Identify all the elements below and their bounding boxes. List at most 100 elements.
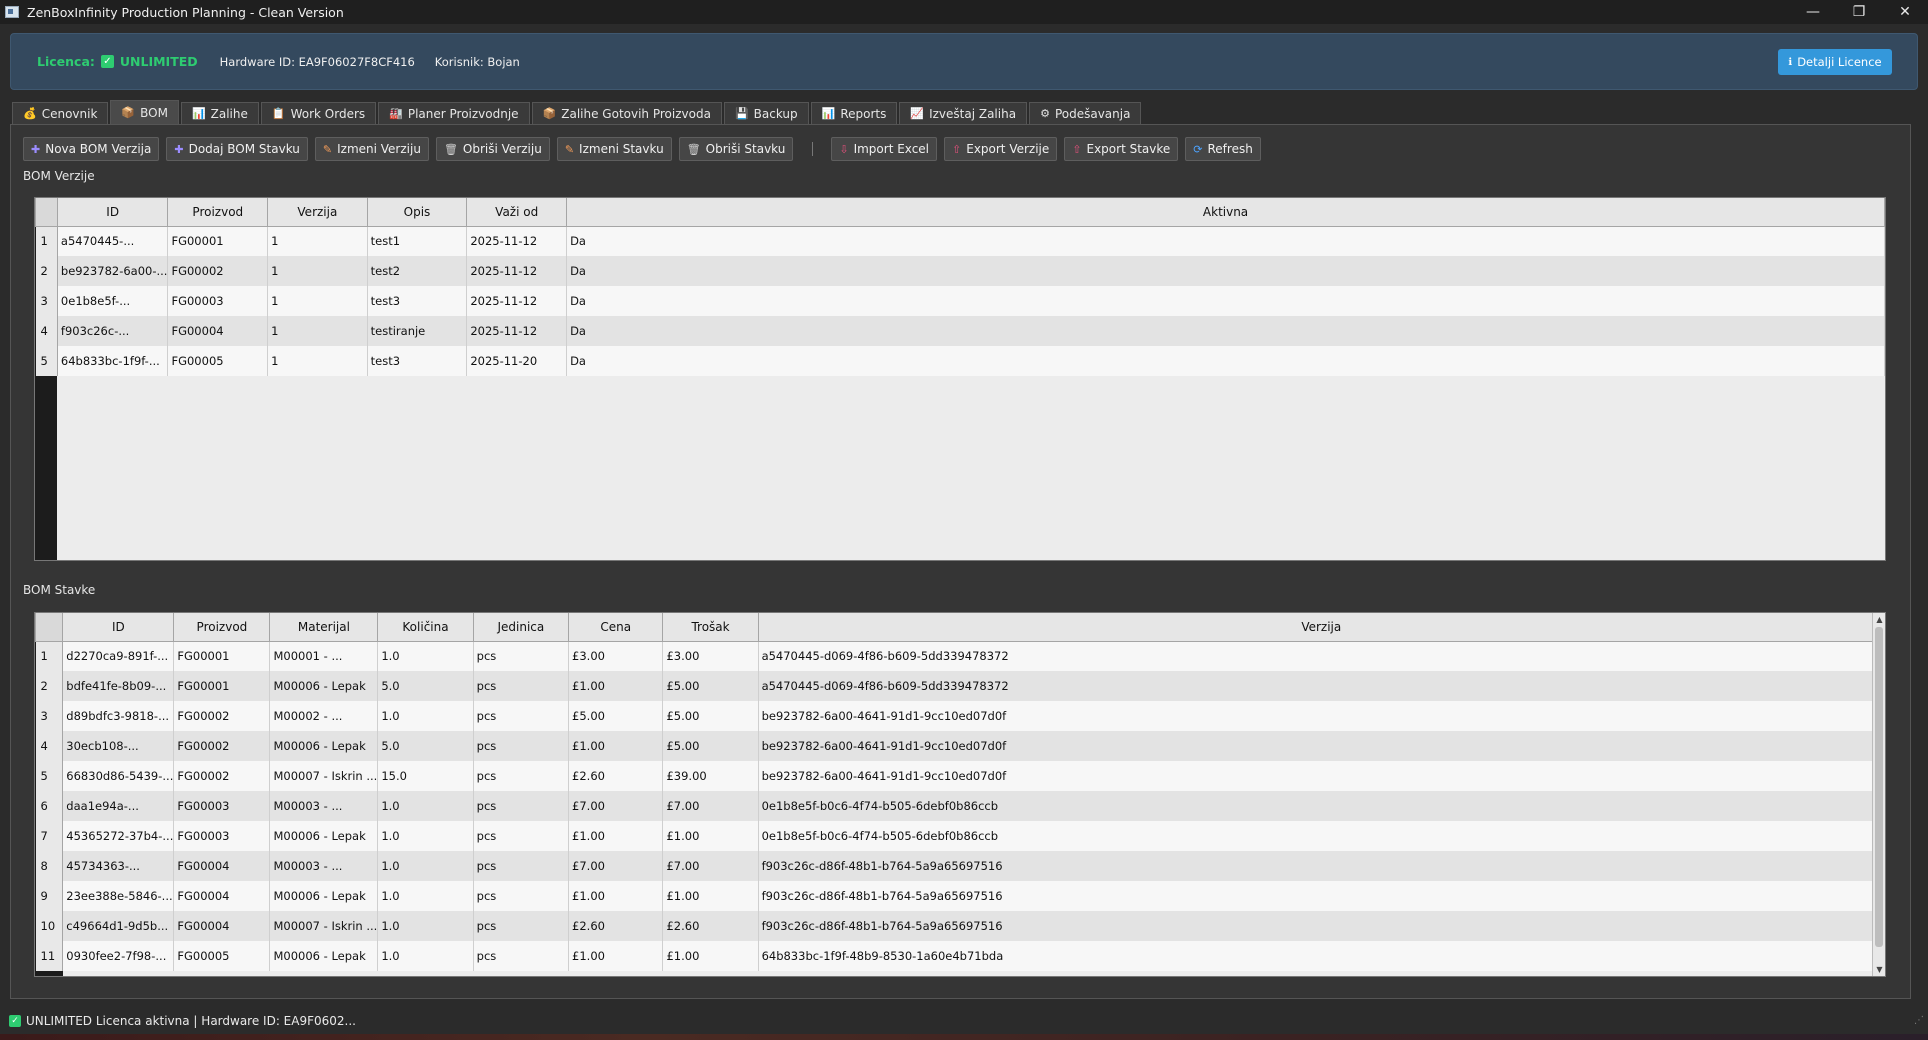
table-cell[interactable]: f903c26c-... bbox=[57, 316, 169, 346]
table-cell[interactable]: FG00002 bbox=[173, 731, 271, 761]
table-cell[interactable]: £7.00 bbox=[568, 851, 664, 881]
table-cell[interactable]: 2025-11-12 bbox=[466, 316, 568, 346]
table-cell[interactable]: 2025-11-12 bbox=[466, 226, 568, 256]
refresh-button[interactable]: ⟳ Refresh bbox=[1185, 137, 1261, 161]
table-cell[interactable]: be923782-6a00-4641-91d1-9cc10ed07d0f bbox=[758, 701, 1885, 731]
row-number[interactable]: 1 bbox=[35, 226, 58, 256]
table-cell[interactable]: a5470445-d069-4f86-b609-5dd339478372 bbox=[758, 641, 1885, 671]
column-header[interactable]: Jedinica bbox=[472, 613, 570, 642]
column-header[interactable]: Opis bbox=[366, 198, 468, 227]
table-cell[interactable]: be923782-6a00-4641-91d1-9cc10ed07d0f bbox=[758, 731, 1885, 761]
table-cell[interactable]: 64b833bc-1f9f-48b9-8530-1a60e4b71bda bbox=[758, 941, 1885, 971]
close-button[interactable]: ✕ bbox=[1882, 0, 1928, 24]
table-cell[interactable]: d2270ca9-891f-... bbox=[62, 641, 175, 671]
table-cell[interactable]: £5.00 bbox=[662, 671, 759, 701]
table-cell[interactable]: pcs bbox=[473, 821, 570, 851]
table-cell[interactable]: c49664d1-9d5b... bbox=[62, 911, 175, 941]
scroll-down-icon[interactable]: ▼ bbox=[1873, 963, 1885, 976]
table-cell[interactable]: £2.60 bbox=[568, 761, 664, 791]
table-cell[interactable]: 2025-11-20 bbox=[466, 346, 568, 376]
export-stavke-button[interactable]: ⇧ Export Stavke bbox=[1064, 137, 1179, 161]
table-cell[interactable]: Da bbox=[566, 256, 1885, 286]
license-details-button[interactable]: ℹ Detalji Licence bbox=[1778, 49, 1892, 75]
table-cell[interactable]: £1.00 bbox=[662, 941, 759, 971]
table-row[interactable]: 6 daa1e94a-... FG00003 M00003 - ... 1.0 pcs £7… bbox=[35, 791, 1885, 821]
table-cell[interactable]: daa1e94a-... bbox=[62, 791, 175, 821]
row-number[interactable]: 3 bbox=[35, 701, 64, 731]
table-cell[interactable]: a5470445-d069-4f86-b609-5dd339478372 bbox=[758, 671, 1885, 701]
table-cell[interactable]: £39.00 bbox=[662, 761, 759, 791]
row-number[interactable]: 6 bbox=[35, 791, 64, 821]
stavke-vertical-scrollbar[interactable]: ▲ ▼ bbox=[1872, 613, 1885, 976]
tab-cenovnik[interactable]: 💰 Cenovnik bbox=[12, 102, 109, 124]
tab-backup[interactable]: 💾 Backup bbox=[723, 102, 809, 124]
table-cell[interactable]: f903c26c-d86f-48b1-b764-5a9a65697516 bbox=[758, 881, 1885, 911]
table-cell[interactable]: £5.00 bbox=[662, 731, 759, 761]
izmeni-stavku-button[interactable]: ✎ Izmeni Stavku bbox=[556, 137, 672, 161]
table-cell[interactable]: FG00001 bbox=[173, 671, 271, 701]
table-row[interactable]: 2 bdfe41fe-8b09-... FG00001 M00006 - Lepak 5… bbox=[35, 671, 1885, 701]
scroll-up-icon[interactable]: ▲ bbox=[1873, 613, 1885, 626]
table-cell[interactable]: pcs bbox=[473, 701, 570, 731]
row-number[interactable]: 1 bbox=[35, 641, 64, 671]
table-cell[interactable]: pcs bbox=[473, 671, 570, 701]
table-cell[interactable]: testiranje bbox=[367, 316, 468, 346]
table-cell[interactable]: FG00004 bbox=[167, 316, 269, 346]
table-cell[interactable]: £1.00 bbox=[662, 821, 759, 851]
table-cell[interactable]: 23ee388e-5846-... bbox=[62, 881, 175, 911]
table-cell[interactable]: £3.00 bbox=[662, 641, 759, 671]
table-cell[interactable]: 1.0 bbox=[377, 851, 474, 881]
table-cell[interactable]: f903c26c-d86f-48b1-b764-5a9a65697516 bbox=[758, 911, 1885, 941]
table-cell[interactable]: M00006 - Lepak bbox=[269, 821, 379, 851]
row-number[interactable]: 5 bbox=[35, 346, 58, 376]
column-header[interactable]: Proizvod bbox=[167, 198, 269, 227]
table-cell[interactable]: £1.00 bbox=[568, 731, 664, 761]
tab-podešavanja[interactable]: ⚙ Podešavanja bbox=[1029, 102, 1142, 124]
table-cell[interactable]: pcs bbox=[473, 881, 570, 911]
table-cell[interactable]: 1 bbox=[267, 286, 368, 316]
table-cell[interactable]: £2.60 bbox=[662, 911, 759, 941]
table-cell[interactable]: £1.00 bbox=[568, 671, 664, 701]
row-number[interactable]: 7 bbox=[35, 821, 64, 851]
table-cell[interactable]: 1.0 bbox=[377, 701, 474, 731]
table-corner[interactable] bbox=[35, 613, 64, 642]
table-cell[interactable]: FG00003 bbox=[167, 286, 269, 316]
table-cell[interactable]: M00003 - ... bbox=[269, 791, 379, 821]
table-row[interactable]: 5 66830d86-5439-... FG00002 M00007 - Iskrin… bbox=[35, 761, 1885, 791]
table-cell[interactable]: be923782-6a00-4641-91d1-9cc10ed07d0f bbox=[758, 761, 1885, 791]
column-header[interactable]: Količina bbox=[377, 613, 474, 642]
table-cell[interactable]: FG00003 bbox=[173, 791, 271, 821]
row-number[interactable]: 11 bbox=[35, 941, 64, 971]
table-cell[interactable]: FG00005 bbox=[173, 941, 271, 971]
table-cell[interactable]: 1.0 bbox=[377, 821, 474, 851]
tab-reports[interactable]: 📊 Reports bbox=[810, 102, 898, 124]
tab-zalihe[interactable]: 📊 Zalihe bbox=[180, 102, 259, 124]
column-header[interactable]: Važi od bbox=[466, 198, 568, 227]
table-cell[interactable]: M00007 - Iskrin ... bbox=[269, 911, 379, 941]
table-cell[interactable]: 0e1b8e5f-b0c6-4f74-b505-6debf0b86ccb bbox=[758, 791, 1885, 821]
table-cell[interactable]: bdfe41fe-8b09-... bbox=[62, 671, 175, 701]
table-cell[interactable]: FG00004 bbox=[173, 851, 271, 881]
table-cell[interactable]: £3.00 bbox=[568, 641, 664, 671]
table-cell[interactable]: 1.0 bbox=[377, 791, 474, 821]
row-number[interactable]: 9 bbox=[35, 881, 64, 911]
table-cell[interactable]: 1.0 bbox=[377, 641, 474, 671]
column-header[interactable]: ID bbox=[56, 198, 169, 227]
table-cell[interactable]: 66830d86-5439-... bbox=[62, 761, 175, 791]
table-cell[interactable]: FG00004 bbox=[173, 911, 271, 941]
table-cell[interactable]: FG00001 bbox=[173, 641, 271, 671]
table-cell[interactable]: £1.00 bbox=[568, 881, 664, 911]
table-row[interactable]: 9 23ee388e-5846-... FG00004 M00006 - Lepak 1… bbox=[35, 881, 1885, 911]
column-header[interactable]: ID bbox=[62, 613, 175, 642]
size-grip-icon[interactable]: ⋰ bbox=[1914, 1015, 1924, 1026]
obrisi-verziju-button[interactable]: 🗑 Obriši Verziju bbox=[435, 137, 550, 161]
table-cell[interactable]: be923782-6a00-... bbox=[57, 256, 169, 286]
row-number[interactable]: 2 bbox=[35, 671, 64, 701]
row-number[interactable]: 4 bbox=[35, 316, 58, 346]
tab-work-orders[interactable]: 📋 Work Orders bbox=[260, 102, 377, 124]
table-cell[interactable]: 1.0 bbox=[377, 881, 474, 911]
tab-zalihe-gotovih-proizvoda[interactable]: 📦 Zalihe Gotovih Proizvoda bbox=[531, 102, 722, 124]
table-row[interactable]: 1 a5470445-... FG00001 1 test1 2025-11-12 Da bbox=[35, 226, 1885, 256]
table-cell[interactable]: pcs bbox=[473, 941, 570, 971]
maximize-button[interactable]: ❐ bbox=[1836, 0, 1882, 24]
